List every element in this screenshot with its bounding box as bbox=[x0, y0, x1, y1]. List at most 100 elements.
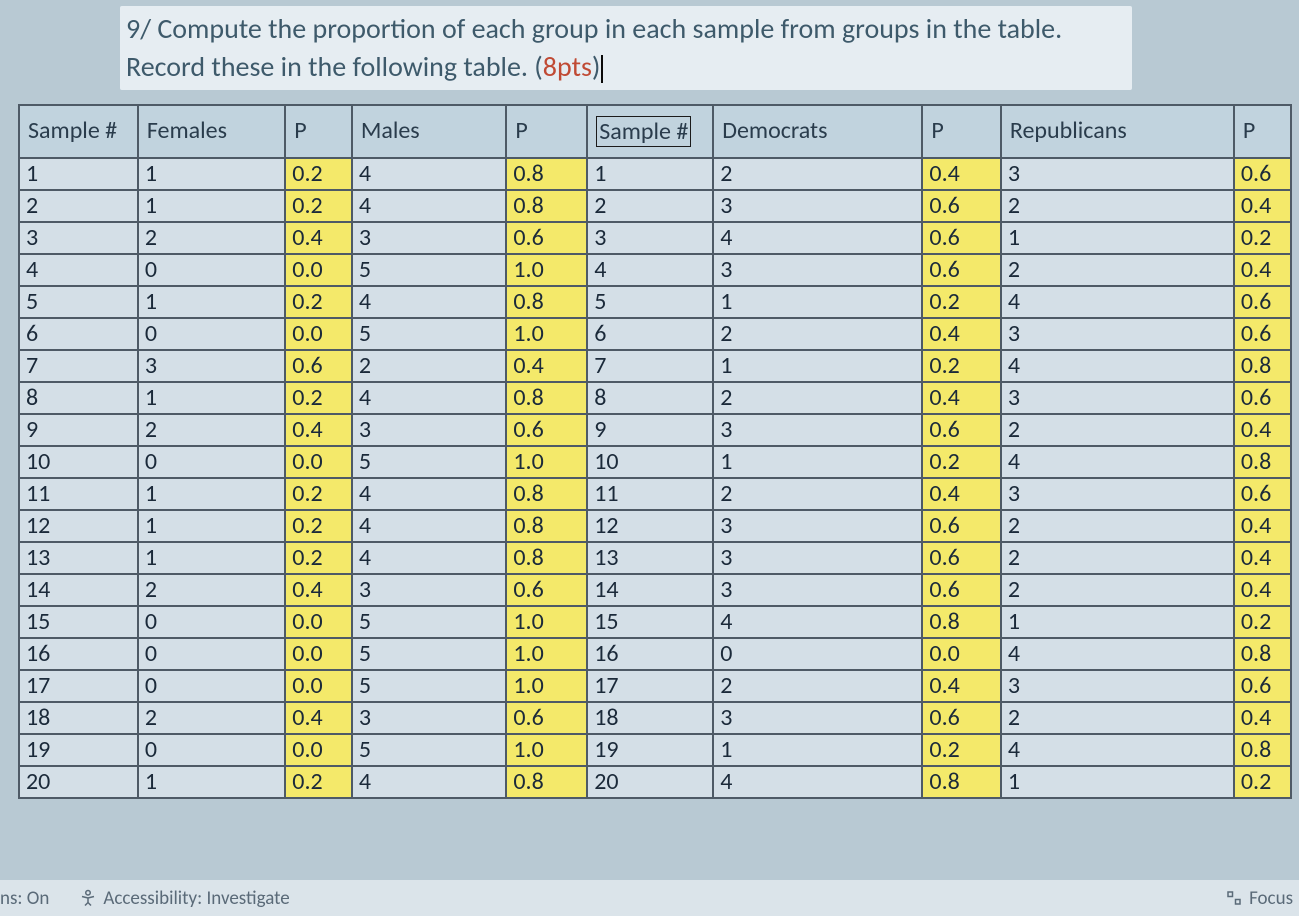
cell-p-females[interactable]: 0.0 bbox=[285, 638, 352, 670]
cell-republicans[interactable]: 3 bbox=[1001, 670, 1234, 702]
cell-sample1[interactable]: 11 bbox=[19, 478, 138, 510]
cell-p-females[interactable]: 0.2 bbox=[285, 158, 352, 190]
cell-sample1[interactable]: 1 bbox=[19, 158, 138, 190]
cell-democrats[interactable]: 3 bbox=[713, 542, 922, 574]
cell-females[interactable]: 1 bbox=[138, 542, 285, 574]
cell-p-republicans[interactable]: 0.6 bbox=[1234, 478, 1291, 510]
cell-democrats[interactable]: 1 bbox=[713, 350, 922, 382]
cell-p-republicans[interactable]: 0.4 bbox=[1234, 510, 1291, 542]
cell-males[interactable]: 4 bbox=[352, 478, 507, 510]
cell-sample1[interactable]: 15 bbox=[19, 606, 138, 638]
cell-sample1[interactable]: 20 bbox=[19, 766, 138, 798]
cell-males[interactable]: 2 bbox=[352, 350, 507, 382]
cell-p-males[interactable]: 0.6 bbox=[506, 222, 587, 254]
focus-button[interactable]: Focus bbox=[1225, 887, 1293, 910]
cell-p-democrats[interactable]: 0.6 bbox=[922, 222, 1000, 254]
cell-sample2[interactable]: 17 bbox=[587, 670, 713, 702]
cell-sample1[interactable]: 9 bbox=[19, 414, 138, 446]
cell-males[interactable]: 4 bbox=[352, 382, 507, 414]
cell-p-males[interactable]: 0.8 bbox=[506, 158, 587, 190]
header-p-males[interactable]: P bbox=[506, 105, 587, 158]
cell-males[interactable]: 5 bbox=[352, 638, 507, 670]
accessibility-button[interactable]: Accessibility: Investigate bbox=[79, 887, 289, 910]
cell-males[interactable]: 5 bbox=[352, 446, 507, 478]
header-females[interactable]: Females bbox=[138, 105, 285, 158]
cell-males[interactable]: 3 bbox=[352, 222, 507, 254]
cell-sample2[interactable]: 1 bbox=[587, 158, 713, 190]
cell-democrats[interactable]: 2 bbox=[713, 158, 922, 190]
cell-democrats[interactable]: 2 bbox=[713, 478, 922, 510]
header-sample1[interactable]: Sample # bbox=[19, 105, 138, 158]
cell-democrats[interactable]: 3 bbox=[713, 254, 922, 286]
cell-p-republicans[interactable]: 0.8 bbox=[1234, 350, 1291, 382]
cell-males[interactable]: 5 bbox=[352, 734, 507, 766]
cell-females[interactable]: 0 bbox=[138, 638, 285, 670]
cell-p-republicans[interactable]: 0.4 bbox=[1234, 190, 1291, 222]
cell-democrats[interactable]: 3 bbox=[713, 702, 922, 734]
cell-p-males[interactable]: 1.0 bbox=[506, 638, 587, 670]
cell-republicans[interactable]: 1 bbox=[1001, 606, 1234, 638]
cell-republicans[interactable]: 1 bbox=[1001, 222, 1234, 254]
header-p-females[interactable]: P bbox=[285, 105, 352, 158]
cell-p-republicans[interactable]: 0.2 bbox=[1234, 766, 1291, 798]
cell-sample2[interactable]: 3 bbox=[587, 222, 713, 254]
cell-republicans[interactable]: 4 bbox=[1001, 286, 1234, 318]
cell-p-republicans[interactable]: 0.4 bbox=[1234, 574, 1291, 606]
cell-p-females[interactable]: 0.2 bbox=[285, 478, 352, 510]
cell-democrats[interactable]: 2 bbox=[713, 670, 922, 702]
cell-sample1[interactable]: 13 bbox=[19, 542, 138, 574]
cell-p-democrats[interactable]: 0.4 bbox=[922, 158, 1000, 190]
cell-p-republicans[interactable]: 0.4 bbox=[1234, 702, 1291, 734]
cell-sample1[interactable]: 16 bbox=[19, 638, 138, 670]
cell-democrats[interactable]: 1 bbox=[713, 286, 922, 318]
cell-females[interactable]: 1 bbox=[138, 382, 285, 414]
cell-republicans[interactable]: 2 bbox=[1001, 414, 1234, 446]
cell-males[interactable]: 4 bbox=[352, 190, 507, 222]
cell-p-democrats[interactable]: 0.8 bbox=[922, 766, 1000, 798]
cell-sample1[interactable]: 3 bbox=[19, 222, 138, 254]
cell-p-males[interactable]: 0.8 bbox=[506, 190, 587, 222]
cell-p-democrats[interactable]: 0.2 bbox=[922, 734, 1000, 766]
cell-p-democrats[interactable]: 0.2 bbox=[922, 350, 1000, 382]
cell-males[interactable]: 4 bbox=[352, 158, 507, 190]
cell-p-males[interactable]: 1.0 bbox=[506, 318, 587, 350]
cell-p-democrats[interactable]: 0.4 bbox=[922, 382, 1000, 414]
cell-republicans[interactable]: 3 bbox=[1001, 318, 1234, 350]
cell-females[interactable]: 2 bbox=[138, 414, 285, 446]
cell-p-democrats[interactable]: 0.4 bbox=[922, 318, 1000, 350]
cell-democrats[interactable]: 4 bbox=[713, 606, 922, 638]
cell-males[interactable]: 3 bbox=[352, 414, 507, 446]
cell-sample1[interactable]: 14 bbox=[19, 574, 138, 606]
cell-males[interactable]: 5 bbox=[352, 318, 507, 350]
cell-p-democrats[interactable]: 0.6 bbox=[922, 510, 1000, 542]
cell-males[interactable]: 4 bbox=[352, 766, 507, 798]
cell-sample2[interactable]: 2 bbox=[587, 190, 713, 222]
cell-p-females[interactable]: 0.0 bbox=[285, 734, 352, 766]
cell-p-males[interactable]: 0.4 bbox=[506, 350, 587, 382]
cell-males[interactable]: 3 bbox=[352, 574, 507, 606]
cell-p-males[interactable]: 0.8 bbox=[506, 510, 587, 542]
cell-republicans[interactable]: 2 bbox=[1001, 510, 1234, 542]
cell-p-males[interactable]: 0.6 bbox=[506, 702, 587, 734]
cell-p-females[interactable]: 0.4 bbox=[285, 702, 352, 734]
cell-p-males[interactable]: 0.8 bbox=[506, 542, 587, 574]
cell-sample2[interactable]: 14 bbox=[587, 574, 713, 606]
cell-males[interactable]: 5 bbox=[352, 606, 507, 638]
cell-republicans[interactable]: 4 bbox=[1001, 446, 1234, 478]
cell-females[interactable]: 2 bbox=[138, 222, 285, 254]
cell-females[interactable]: 0 bbox=[138, 734, 285, 766]
cell-males[interactable]: 4 bbox=[352, 286, 507, 318]
cell-democrats[interactable]: 1 bbox=[713, 734, 922, 766]
cell-democrats[interactable]: 3 bbox=[713, 574, 922, 606]
cell-p-republicans[interactable]: 0.4 bbox=[1234, 254, 1291, 286]
cell-sample2[interactable]: 8 bbox=[587, 382, 713, 414]
cell-p-females[interactable]: 0.4 bbox=[285, 414, 352, 446]
cell-p-females[interactable]: 0.2 bbox=[285, 190, 352, 222]
cell-republicans[interactable]: 2 bbox=[1001, 254, 1234, 286]
cell-p-republicans[interactable]: 0.6 bbox=[1234, 286, 1291, 318]
cell-p-females[interactable]: 0.0 bbox=[285, 254, 352, 286]
cell-democrats[interactable]: 3 bbox=[713, 414, 922, 446]
cell-p-males[interactable]: 0.8 bbox=[506, 286, 587, 318]
cell-sample2[interactable]: 16 bbox=[587, 638, 713, 670]
cell-p-democrats[interactable]: 0.0 bbox=[922, 638, 1000, 670]
